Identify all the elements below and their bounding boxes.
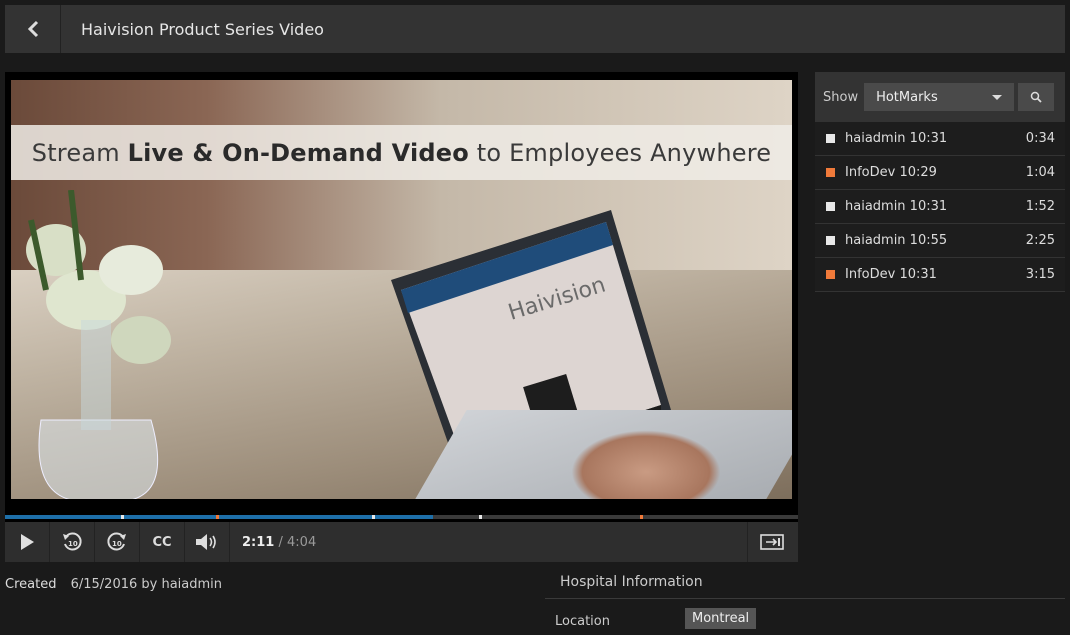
hotmark-time: 1:52 <box>1025 199 1055 214</box>
hotmark-name: InfoDev 10:29 <box>845 165 937 180</box>
hotmark-item[interactable]: haiadmin 10:55 2:25 <box>815 224 1065 258</box>
forward-10-icon: 10 <box>107 532 126 551</box>
hotmark-time: 1:04 <box>1025 165 1055 180</box>
location-badge: Montreal <box>685 608 757 629</box>
hotmark-color-marker <box>826 168 835 177</box>
hotmark-name: haiadmin 10:55 <box>845 233 948 248</box>
time-separator: / <box>278 534 283 550</box>
back-button[interactable] <box>5 5 61 53</box>
play-icon <box>21 534 34 550</box>
hotmark-time: 0:34 <box>1025 131 1055 146</box>
video-player[interactable]: Haivision Stream Live & On-Demand Video … <box>5 72 798 562</box>
hotmark-color-marker <box>826 236 835 245</box>
banner-text-pre: Stream <box>31 138 128 167</box>
show-label: Show <box>823 89 859 105</box>
chevron-left-icon <box>27 20 38 38</box>
player-controls: 10 10 CC 2:11 / 4:04 <box>5 522 798 562</box>
hotmark-item[interactable]: InfoDev 10:31 3:15 <box>815 258 1065 292</box>
seek-hotmark-marker[interactable] <box>479 515 483 519</box>
filter-value: HotMarks <box>876 89 938 105</box>
hotmarks-filter-bar: Show HotMarks <box>815 72 1065 122</box>
svg-text:10: 10 <box>68 540 78 548</box>
hotmark-name: InfoDev 10:31 <box>845 267 937 282</box>
hotmark-time: 2:25 <box>1025 233 1055 248</box>
hotmarks-list: haiadmin 10:31 0:34 InfoDev 10:29 1:04 haiad… <box>815 122 1065 292</box>
banner-text-bold: Live & On-Demand Video <box>127 138 469 167</box>
hand-image <box>571 430 721 499</box>
seek-hotmark-marker[interactable] <box>215 515 219 519</box>
hotmark-item[interactable]: haiadmin 10:31 0:34 <box>815 122 1065 156</box>
svg-text:10: 10 <box>112 540 122 548</box>
hotmarks-filter-select[interactable]: HotMarks <box>864 83 1015 111</box>
created-info: Created 6/15/2016 by haiadmin <box>5 577 222 592</box>
seek-hotmark-marker[interactable] <box>640 515 644 519</box>
hotmark-name: haiadmin 10:31 <box>845 131 948 146</box>
search-icon <box>1030 91 1042 103</box>
hotmark-time: 3:15 <box>1025 267 1055 282</box>
volume-icon <box>196 534 216 550</box>
seek-hotmark-marker[interactable] <box>120 515 124 519</box>
rewind-10-icon: 10 <box>63 532 82 551</box>
volume-button[interactable] <box>185 522 230 562</box>
created-label: Created <box>5 577 57 592</box>
hotmark-name: haiadmin 10:31 <box>845 199 948 214</box>
video-banner: Stream Live & On-Demand Video to Employe… <box>11 125 792 180</box>
current-time: 2:11 <box>242 534 275 550</box>
search-button[interactable] <box>1018 83 1055 111</box>
duration: 4:04 <box>287 534 317 550</box>
hotmark-item[interactable]: InfoDev 10:29 1:04 <box>815 156 1065 190</box>
cc-button[interactable]: CC <box>140 522 185 562</box>
header-bar: Haivision Product Series Video <box>5 5 1065 53</box>
hotmarks-panel: Show HotMarks haiadmin 10:31 0:34 InfoDev … <box>815 72 1065 292</box>
hospital-info-section: Hospital Information <box>545 568 1065 599</box>
seek-hotmark-marker[interactable] <box>372 515 376 519</box>
section-title: Hospital Information <box>560 574 703 590</box>
time-display: 2:11 / 4:04 <box>242 535 316 550</box>
expand-icon <box>760 534 784 550</box>
seek-bar[interactable] <box>5 515 798 519</box>
cc-icon: CC <box>152 534 172 550</box>
play-button[interactable] <box>5 522 50 562</box>
created-value: 6/15/2016 by haiadmin <box>70 577 223 592</box>
caret-down-icon <box>992 94 1003 100</box>
forward-10-button[interactable]: 10 <box>95 522 140 562</box>
hotmark-color-marker <box>826 270 835 279</box>
location-label: Location <box>555 614 610 629</box>
hotmark-color-marker <box>826 134 835 143</box>
video-frame[interactable]: Haivision Stream Live & On-Demand Video … <box>11 80 792 499</box>
rewind-10-button[interactable]: 10 <box>50 522 95 562</box>
seek-progress <box>5 515 434 519</box>
hotmark-item[interactable]: haiadmin 10:31 1:52 <box>815 190 1065 224</box>
expand-button[interactable] <box>747 522 796 562</box>
hotmark-color-marker <box>826 202 835 211</box>
banner-text-post: to Employees Anywhere <box>468 138 772 167</box>
flower-vase-image <box>26 190 171 499</box>
page-title: Haivision Product Series Video <box>81 19 324 39</box>
